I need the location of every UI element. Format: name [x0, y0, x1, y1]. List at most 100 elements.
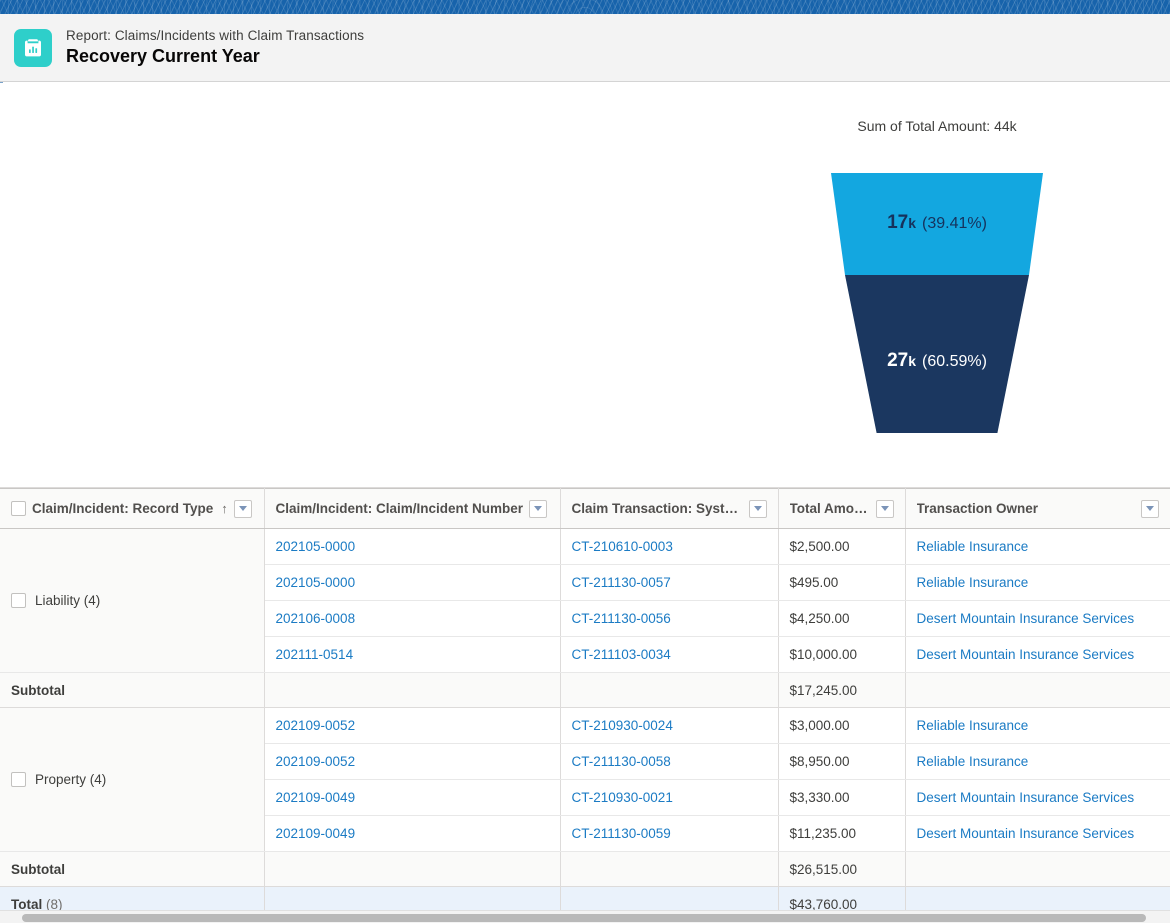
cell-total-amount: $2,500.00 — [778, 528, 906, 565]
grand-total-label: Total (8) — [0, 886, 265, 911]
column-header-label: Claim/Incident: Record Type — [32, 501, 214, 516]
system-id-link[interactable]: CT-211130-0057 — [572, 575, 671, 590]
column-header-record-type[interactable]: Claim/Incident: Record Type ↑ — [0, 488, 265, 529]
cell-claim-number: 202106-0008 — [264, 600, 561, 637]
table-header-row: Claim/Incident: Record Type ↑ Claim/Inci… — [0, 488, 1170, 529]
chart-panel: Sum of Total Amount: 44k 17k (39.41%) 27k… — [0, 83, 1170, 534]
system-id-link[interactable]: CT-210930-0024 — [572, 718, 673, 733]
cell-transaction-owner: Desert Mountain Insurance Services — [905, 600, 1170, 637]
subtotal-amount: $17,245.00 — [778, 672, 906, 708]
decorative-top-banner — [0, 0, 1170, 14]
table-body: Liability (4) 202105-0000 CT-210610-0003… — [0, 528, 1170, 911]
cell-system-id: CT-211130-0059 — [560, 815, 779, 852]
claim-number-link[interactable]: 202109-0049 — [276, 826, 356, 841]
table-row[interactable]: Property (4) 202109-0052 CT-210930-0024 … — [0, 707, 1170, 852]
claim-number-link[interactable]: 202109-0049 — [276, 790, 356, 805]
cell-claim-number: 202109-0052 — [264, 743, 561, 780]
transaction-owner-link[interactable]: Desert Mountain Insurance Services — [917, 826, 1135, 841]
cell-transaction-owner: Desert Mountain Insurance Services — [905, 636, 1170, 673]
amount-value: $3,330.00 — [789, 790, 850, 805]
transaction-owner-link[interactable]: Reliable Insurance — [917, 754, 1029, 769]
claim-number-link[interactable]: 202109-0052 — [276, 754, 356, 769]
subtotal-blank-owner — [905, 672, 1170, 708]
report-header: Report: Claims/Incidents with Claim Tran… — [0, 14, 1170, 82]
chevron-down-icon — [1145, 506, 1154, 511]
amount-value: $8,950.00 — [789, 754, 850, 769]
table-row[interactable]: Liability (4) 202105-0000 CT-210610-0003… — [0, 528, 1170, 673]
chevron-down-icon — [880, 506, 889, 511]
funnel-chart[interactable]: 17k (39.41%) 27k (60.59%) — [760, 138, 1110, 433]
cell-total-amount: $495.00 — [778, 564, 906, 601]
cell-claim-number: 202105-0000 — [264, 564, 561, 601]
funnel-label-property: 27k (60.59%) — [887, 350, 987, 371]
subtotal-blank-claim-number — [264, 672, 561, 708]
claim-number-link[interactable]: 202105-0000 — [276, 539, 356, 554]
group-checkbox-property[interactable] — [11, 772, 26, 787]
cell-total-amount: $8,950.00 — [778, 743, 906, 780]
transaction-owner-link[interactable]: Desert Mountain Insurance Services — [917, 790, 1135, 805]
cell-total-amount: $11,235.00 — [778, 815, 906, 852]
select-all-checkbox[interactable] — [11, 501, 26, 516]
cell-total-amount: $4,250.00 — [778, 600, 906, 637]
subtotal-blank-system-id — [560, 672, 779, 708]
horizontal-scrollbar-thumb[interactable] — [22, 914, 1146, 922]
subtotal-row-liability: Subtotal $17,245.00 — [0, 672, 1170, 708]
system-id-link[interactable]: CT-210610-0003 — [572, 539, 673, 554]
column-header-transaction-owner[interactable]: Transaction Owner — [905, 488, 1170, 529]
amount-value: $10,000.00 — [789, 647, 858, 662]
grand-total-blank-claim-number — [264, 886, 561, 911]
transaction-owner-link[interactable]: Reliable Insurance — [917, 575, 1029, 590]
column-menu-total-amount[interactable] — [875, 499, 894, 518]
chevron-down-icon — [534, 506, 543, 511]
system-id-link[interactable]: CT-211103-0034 — [572, 647, 671, 662]
column-header-label: Transaction Owner — [916, 501, 1039, 516]
cell-claim-number: 202109-0049 — [264, 779, 561, 816]
group-checkbox-liability[interactable] — [11, 593, 26, 608]
grand-total-text: Total — [11, 897, 43, 911]
transaction-owner-link[interactable]: Reliable Insurance — [917, 718, 1029, 733]
amount-value: $4,250.00 — [789, 611, 850, 626]
cell-system-id: CT-211130-0056 — [560, 600, 779, 637]
system-id-link[interactable]: CT-210930-0021 — [572, 790, 673, 805]
horizontal-scrollbar[interactable] — [0, 910, 1170, 923]
cell-claim-number: 202105-0000 — [264, 528, 561, 565]
column-menu-transaction-owner[interactable] — [1140, 499, 1159, 518]
cell-transaction-owner: Desert Mountain Insurance Services — [905, 815, 1170, 852]
grand-total-row: Total (8) $43,760.00 — [0, 886, 1170, 911]
amount-value: $2,500.00 — [789, 539, 850, 554]
cell-system-id: CT-210930-0021 — [560, 779, 779, 816]
column-header-total-amount[interactable]: Total Amount — [778, 488, 906, 529]
system-id-link[interactable]: CT-211130-0056 — [572, 611, 671, 626]
group-cell-liability[interactable]: Liability (4) — [0, 528, 265, 673]
transaction-owner-link[interactable]: Desert Mountain Insurance Services — [917, 611, 1135, 626]
transaction-owner-link[interactable]: Desert Mountain Insurance Services — [917, 647, 1135, 662]
grand-total-blank-owner — [905, 886, 1170, 911]
column-menu-claim-number[interactable] — [529, 499, 548, 518]
subtotal-amount: $26,515.00 — [778, 851, 906, 887]
transaction-owner-link[interactable]: Reliable Insurance — [917, 539, 1029, 554]
cell-system-id: CT-211130-0058 — [560, 743, 779, 780]
claim-number-link[interactable]: 202106-0008 — [276, 611, 356, 626]
cell-system-id: CT-210610-0003 — [560, 528, 779, 565]
amount-value: $3,000.00 — [789, 718, 850, 733]
column-header-system-id[interactable]: Claim Transaction: System ID — [560, 488, 779, 529]
funnel-unit-liability: k — [908, 215, 916, 231]
system-id-link[interactable]: CT-211130-0059 — [572, 826, 671, 841]
funnel-value-property: 27 — [887, 350, 908, 371]
claim-number-link[interactable]: 202105-0000 — [276, 575, 356, 590]
cell-total-amount: $3,330.00 — [778, 779, 906, 816]
sort-ascending-icon[interactable]: ↑ — [221, 501, 228, 516]
column-menu-record-type[interactable] — [233, 499, 252, 518]
chevron-down-icon — [753, 506, 762, 511]
report-clipboard-chart-icon — [14, 28, 52, 67]
column-menu-system-id[interactable] — [748, 499, 767, 518]
claim-number-link[interactable]: 202109-0052 — [276, 718, 356, 733]
cell-claim-number: 202109-0052 — [264, 707, 561, 744]
cell-transaction-owner: Reliable Insurance — [905, 528, 1170, 565]
system-id-link[interactable]: CT-211130-0058 — [572, 754, 671, 769]
subtotal-row-property: Subtotal $26,515.00 — [0, 851, 1170, 887]
claim-number-link[interactable]: 202111-0514 — [276, 647, 354, 662]
report-page: Report: Claims/Incidents with Claim Tran… — [0, 0, 1170, 923]
column-header-claim-number[interactable]: Claim/Incident: Claim/Incident Number — [264, 488, 561, 529]
group-cell-property[interactable]: Property (4) — [0, 707, 265, 852]
